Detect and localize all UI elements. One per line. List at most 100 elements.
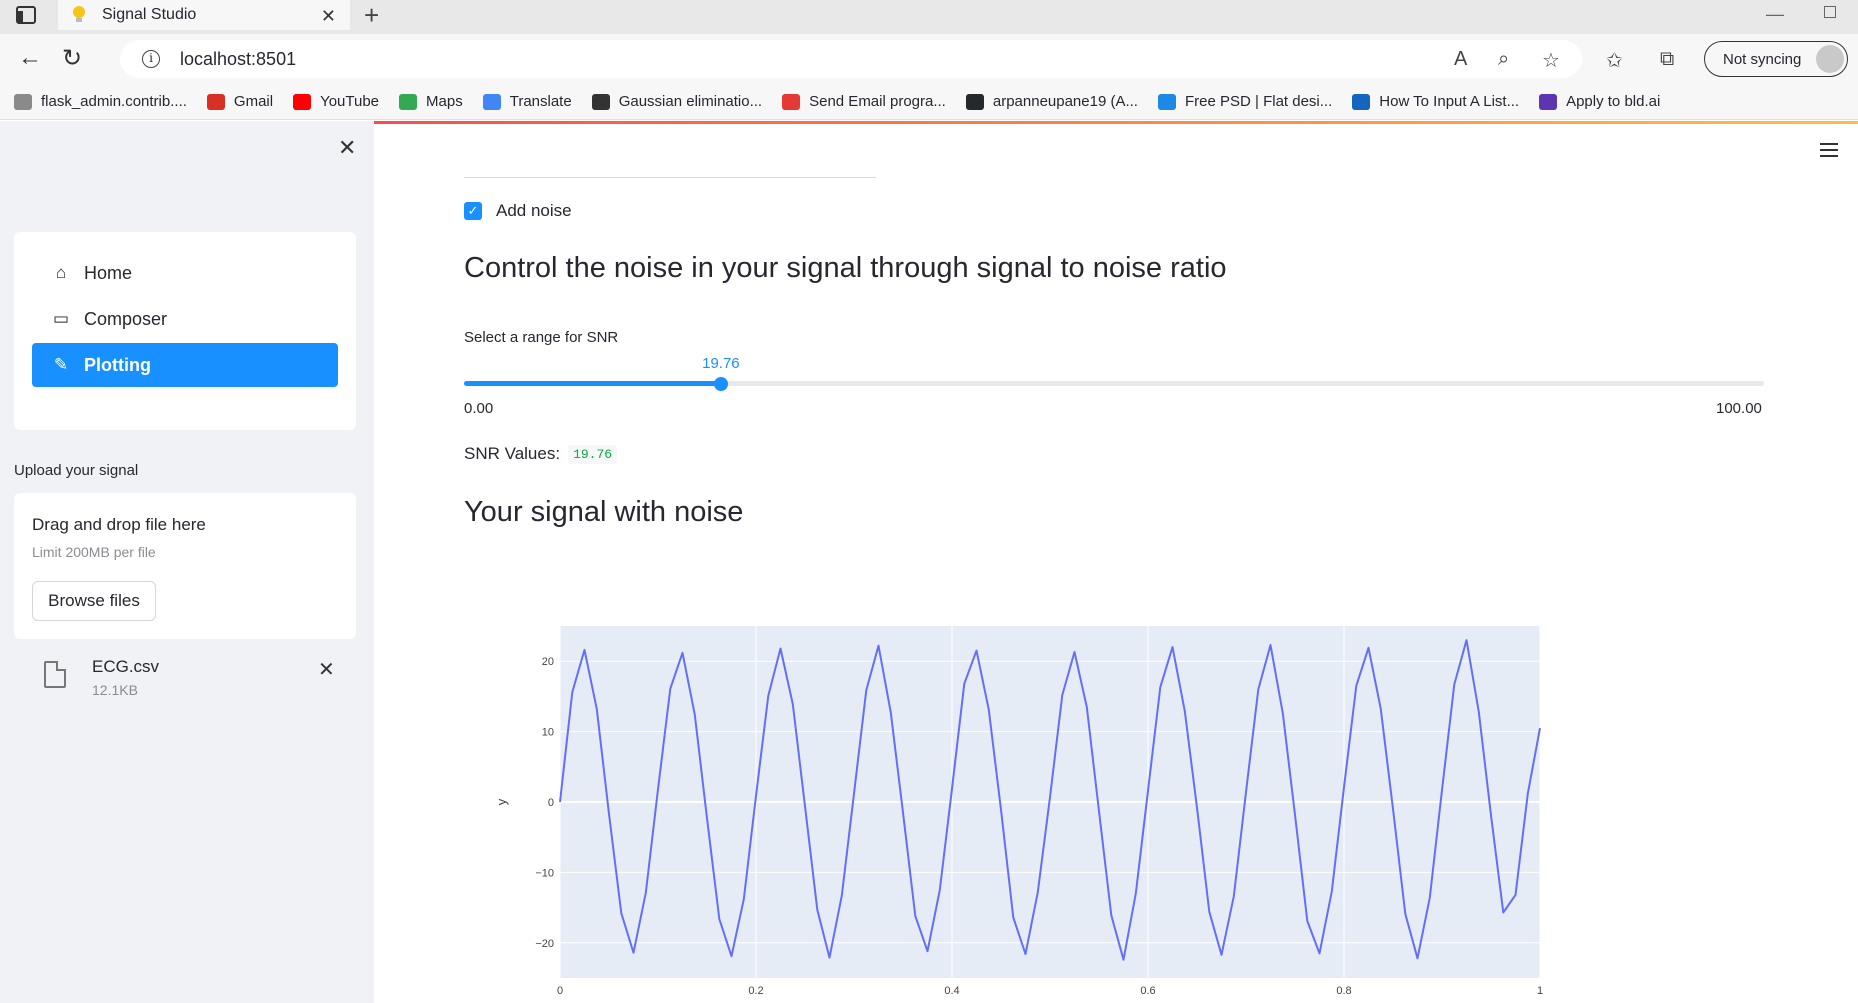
bookmark-item[interactable]: Gmail: [206, 93, 274, 110]
back-arrow-icon[interactable]: ←: [18, 44, 42, 72]
bookmark-item[interactable]: How To Input A List...: [1352, 93, 1519, 110]
slider-min-label: 0.00: [464, 400, 494, 417]
input-underline: [464, 177, 876, 178]
nav-item-label: Home: [84, 262, 133, 283]
remove-file-icon[interactable]: ✕: [318, 657, 335, 682]
nav-item-composer[interactable]: ▭ Composer: [32, 297, 338, 341]
bookmark-favicon-icon: [399, 93, 418, 110]
address-bar-row: ← ↻ i localhost:8501 A ⌕ ☆ ✩ ⧉ Not synci…: [0, 34, 1858, 84]
bookmark-favicon-icon: [1352, 93, 1371, 110]
bookmark-favicon-icon: [782, 93, 801, 110]
drop-limit: Limit 200MB per file: [32, 544, 156, 560]
bookmark-item[interactable]: flask_admin.contrib....: [14, 93, 187, 110]
browser-tab[interactable]: Signal Studio ✕: [58, 0, 350, 30]
sync-label: Not syncing: [1723, 50, 1802, 68]
x-tick-label: 0.6: [1140, 985, 1155, 997]
bookmark-favicon-icon: [293, 93, 312, 110]
slider-fill: [464, 381, 721, 386]
reload-icon[interactable]: ↻: [62, 44, 82, 73]
bookmark-item[interactable]: Send Email progra...: [782, 93, 946, 110]
sidebar-close-icon[interactable]: ✕: [338, 135, 356, 161]
upload-label: Upload your signal: [14, 462, 139, 479]
y-tick-label: 0: [548, 797, 554, 809]
x-tick-label: 1: [1537, 985, 1543, 997]
slider-max-label: 100.00: [1716, 400, 1762, 417]
bookmark-item[interactable]: Free PSD | Flat desi...: [1157, 93, 1333, 110]
bookmark-label: Free PSD | Flat desi...: [1184, 93, 1333, 110]
tab-close-icon[interactable]: ✕: [321, 6, 336, 27]
uploaded-file: ECG.csv 12.1KB ✕: [14, 651, 356, 707]
bookmark-item[interactable]: YouTube: [293, 93, 379, 110]
bookmark-item[interactable]: arpanneupane19 (A...: [965, 93, 1138, 110]
snr-values-code: 19.76: [568, 444, 618, 464]
collections-icon[interactable]: ⧉: [1660, 48, 1674, 71]
nav-item-label: Composer: [84, 308, 168, 329]
window-minimize-icon[interactable]: —: [1766, 4, 1784, 25]
new-tab-button[interactable]: +: [364, 0, 379, 30]
bookmark-label: Apply to bld.ai: [1566, 93, 1661, 110]
bookmark-favicon-icon: [482, 93, 501, 110]
nav-item-label: Plotting: [84, 354, 151, 375]
y-tick-label: 10: [542, 727, 554, 739]
bookmark-label: Gaussian eliminatio...: [618, 93, 763, 110]
bookmark-item[interactable]: Gaussian eliminatio...: [591, 93, 763, 110]
add-noise-checkbox[interactable]: ✓ Add noise: [464, 201, 572, 221]
tab-title: Signal Studio: [102, 6, 197, 23]
url-text: localhost:8501: [180, 48, 297, 69]
sidebar: ✕ ⌂ Home ▭ Composer ✎ Plotting Upload your si…: [0, 121, 374, 1003]
bookmark-label: Translate: [509, 93, 572, 110]
signal-plot[interactable]: 0 0.2 0.4 0.6 0.8 1 −20 −10 0 10 20 y: [464, 626, 1544, 1003]
main-content: ✓ Add noise Control the noise in your si…: [374, 121, 1858, 1003]
favorites-icon[interactable]: ✩: [1606, 48, 1623, 73]
bookmark-label: How To Input A List...: [1379, 93, 1520, 110]
snr-values-label: SNR Values:: [464, 444, 561, 463]
slider-value: 19.76: [702, 355, 740, 372]
file-icon: [44, 661, 66, 688]
x-tick-label: 0: [557, 985, 563, 997]
add-favorite-icon[interactable]: ☆: [1542, 48, 1560, 73]
y-tick-label: −10: [535, 867, 554, 879]
bookmark-label: flask_admin.contrib....: [41, 93, 187, 110]
bookmark-favicon-icon: [591, 93, 610, 110]
file-drop-zone[interactable]: Drag and drop file here Limit 200MB per …: [14, 493, 356, 639]
bookmark-item[interactable]: Translate: [482, 93, 572, 110]
snr-heading: Control the noise in your signal through…: [464, 252, 1227, 284]
browse-files-button[interactable]: Browse files: [32, 581, 156, 621]
read-aloud-icon[interactable]: A: [1454, 48, 1467, 71]
bookmark-label: Maps: [426, 93, 463, 110]
bookmark-favicon-icon: [965, 93, 984, 110]
add-noise-label: Add noise: [496, 201, 572, 220]
profile-sync-button[interactable]: Not syncing: [1704, 41, 1848, 77]
bookmark-favicon-icon: [1539, 93, 1558, 110]
signal-plot-svg[interactable]: 0 0.2 0.4 0.6 0.8 1 −20 −10 0 10 20 y: [464, 626, 1544, 1003]
url-field[interactable]: i localhost:8501: [120, 40, 1582, 78]
bookmark-item[interactable]: Apply to bld.ai: [1539, 93, 1660, 110]
y-tick-label: 20: [542, 656, 554, 668]
zoom-icon[interactable]: ⌕: [1498, 48, 1509, 71]
streamlit-app: ✕ ⌂ Home ▭ Composer ✎ Plotting Upload your si…: [0, 121, 1858, 1003]
streamlit-favicon-icon: [72, 6, 86, 24]
bookmark-favicon-icon: [206, 93, 225, 110]
slider-thumb[interactable]: [713, 377, 728, 391]
nav-item-home[interactable]: ⌂ Home: [32, 251, 338, 295]
bookmark-item[interactable]: Maps: [399, 93, 463, 110]
nav-item-plotting[interactable]: ✎ Plotting: [32, 343, 338, 387]
tab-actions-icon[interactable]: [16, 6, 36, 24]
x-tick-label: 0.4: [944, 985, 959, 997]
window-restore-icon[interactable]: [1824, 6, 1836, 18]
checkbox-check-icon[interactable]: ✓: [464, 202, 482, 220]
snr-slider[interactable]: 19.76: [464, 351, 1764, 411]
home-icon: ⌂: [55, 263, 67, 282]
file-name: ECG.csv: [92, 657, 160, 676]
noise-signal-heading: Your signal with noise: [464, 496, 744, 528]
x-tick-label: 0.2: [748, 985, 763, 997]
nav-menu: ⌂ Home ▭ Composer ✎ Plotting: [14, 232, 356, 430]
file-size: 12.1KB: [92, 682, 138, 698]
bookmark-favicon-icon: [14, 93, 32, 110]
snr-values-line: SNR Values: 19.76: [464, 444, 618, 464]
profile-avatar: [1816, 45, 1844, 73]
browser-tab-bar: Signal Studio ✕ + —: [0, 0, 1858, 34]
bookmark-label: Gmail: [233, 93, 274, 110]
bookmarks-bar: flask_admin.contrib.... Gmail YouTube Maps T…: [0, 84, 1858, 120]
site-info-icon[interactable]: i: [142, 50, 160, 68]
